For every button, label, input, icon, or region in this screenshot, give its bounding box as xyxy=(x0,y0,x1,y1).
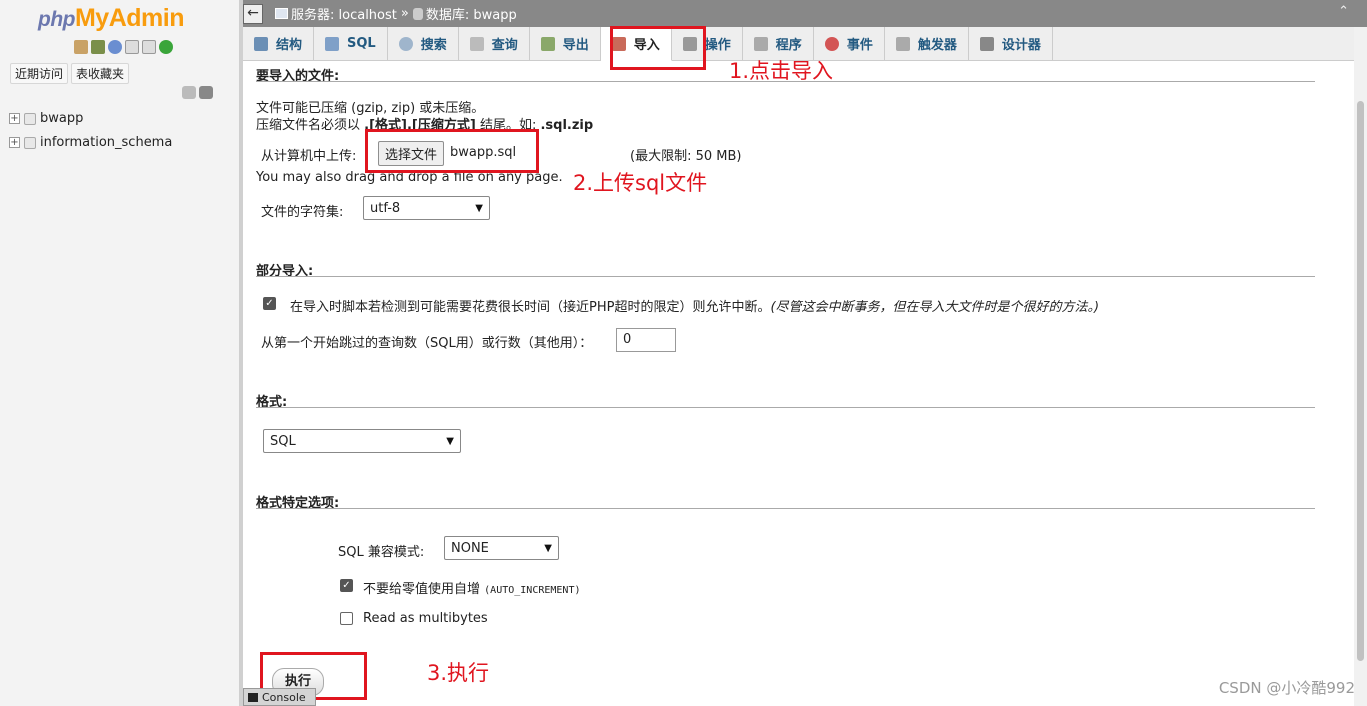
read-multibytes-label: Read as multibytes xyxy=(363,611,488,626)
expand-icon[interactable]: + xyxy=(9,113,20,124)
designer-icon xyxy=(979,36,994,51)
sql-compat-label: SQL 兼容模式: xyxy=(338,545,425,560)
annotation-step2: 2.上传sql文件 xyxy=(573,171,708,195)
help-icon[interactable] xyxy=(108,40,122,54)
nav-buttons: 近期访问 表收藏夹 xyxy=(10,63,130,84)
tab-structure[interactable]: 结构 xyxy=(243,27,315,60)
upload-label: 从计算机中上传: xyxy=(261,149,357,164)
import-form: 要导入的文件: 文件可能已压缩 (gzip, zip) 或未压缩。 压缩文件名必… xyxy=(243,26,1354,706)
max-upload-limit: (最大限制: 50 MB) xyxy=(630,149,742,164)
database-icon xyxy=(412,7,423,20)
sql-icon xyxy=(325,36,340,51)
tab-triggers[interactable]: 触发器 xyxy=(885,27,969,60)
docs-icon[interactable] xyxy=(125,40,139,54)
phpmyadmin-logo[interactable]: phpMyAdmin xyxy=(38,4,185,33)
structure-icon xyxy=(254,36,268,51)
export-icon xyxy=(540,36,555,51)
back-arrow-icon[interactable]: ← xyxy=(243,3,263,24)
events-icon xyxy=(824,36,839,51)
format-select[interactable]: SQL ▼ xyxy=(263,429,461,453)
allow-interrupt-checkbox[interactable]: ✓ xyxy=(263,297,276,310)
collapse-all-icon[interactable] xyxy=(182,86,196,99)
skip-queries-input[interactable]: 0 xyxy=(616,328,676,352)
reload-icon[interactable] xyxy=(159,40,173,54)
annotation-step3: 3.执行 xyxy=(427,661,490,685)
recent-tables-button[interactable]: 近期访问 xyxy=(10,63,69,84)
charset-select[interactable]: utf-8 ▼ xyxy=(363,196,490,220)
divider xyxy=(256,407,1315,408)
chevron-down-icon: ▼ xyxy=(544,542,552,554)
scrollbar-thumb[interactable] xyxy=(1357,101,1364,661)
divider xyxy=(256,276,1315,277)
navigation-panel: phpMyAdmin 近期访问 表收藏夹 + bwapp + informati… xyxy=(0,0,240,706)
favorite-tables-button[interactable]: 表收藏夹 xyxy=(71,63,130,84)
database-icon xyxy=(24,136,36,149)
link-with-main-icon[interactable] xyxy=(199,86,213,99)
tab-designer[interactable]: 设计器 xyxy=(969,27,1053,60)
collapse-topbar-icon[interactable]: ⌃ xyxy=(1338,4,1349,19)
vertical-scrollbar[interactable] xyxy=(1354,27,1367,706)
db-tree-item-bwapp[interactable]: + bwapp xyxy=(9,111,83,126)
annotation-box-import-tab xyxy=(610,26,706,70)
console-icon xyxy=(248,692,258,702)
chevron-down-icon: ▼ xyxy=(446,435,454,447)
tree-controls xyxy=(182,86,213,99)
breadcrumb: ← 服务器: localhost » 数据库: bwapp ⌃ xyxy=(243,0,1367,27)
logout-icon[interactable] xyxy=(91,40,105,54)
routines-icon xyxy=(753,36,768,51)
annotation-box-upload xyxy=(365,129,539,173)
allow-interrupt-text: 在导入时脚本若检测到可能需要花费很长时间（接近PHP超时的限定）则允许中断。(尽… xyxy=(290,300,1100,315)
tab-query[interactable]: 查询 xyxy=(459,27,530,60)
breadcrumb-database[interactable]: 数据库: bwapp xyxy=(426,4,517,23)
db-name[interactable]: information_schema xyxy=(40,135,172,150)
tab-search[interactable]: 搜索 xyxy=(388,27,459,60)
no-auto-value-checkbox[interactable]: ✓ xyxy=(340,579,353,592)
triggers-icon xyxy=(895,36,910,51)
server-icon xyxy=(275,8,288,19)
home-icon[interactable] xyxy=(74,40,88,54)
database-icon xyxy=(24,112,36,125)
chevron-down-icon: ▼ xyxy=(475,202,483,214)
search-icon xyxy=(398,36,413,51)
annotation-step1: 1.点击导入 xyxy=(729,59,834,83)
watermark: CSDN @小冷酷992 xyxy=(1218,679,1355,697)
settings-icon[interactable] xyxy=(142,40,156,54)
query-icon xyxy=(469,36,484,51)
breadcrumb-server[interactable]: 服务器: localhost xyxy=(291,4,397,23)
db-name[interactable]: bwapp xyxy=(40,111,83,126)
console-toggle[interactable]: Console xyxy=(243,688,316,706)
tab-sql[interactable]: SQL xyxy=(314,27,388,60)
charset-label: 文件的字符集: xyxy=(261,205,344,220)
tab-export[interactable]: 导出 xyxy=(530,27,601,60)
nav-icon-toolbar xyxy=(74,40,173,54)
sql-compat-select[interactable]: NONE ▼ xyxy=(444,536,559,560)
divider xyxy=(256,508,1315,509)
db-tree-item-information-schema[interactable]: + information_schema xyxy=(9,135,172,150)
skip-queries-label: 从第一个开始跳过的查询数（SQL用）或行数（其他用）： xyxy=(261,336,593,351)
expand-icon[interactable]: + xyxy=(9,137,20,148)
no-auto-value-label: 不要给零值使用自增 (AUTO_INCREMENT) xyxy=(363,582,581,597)
read-multibytes-checkbox[interactable] xyxy=(340,612,353,625)
breadcrumb-separator: » xyxy=(400,6,409,21)
